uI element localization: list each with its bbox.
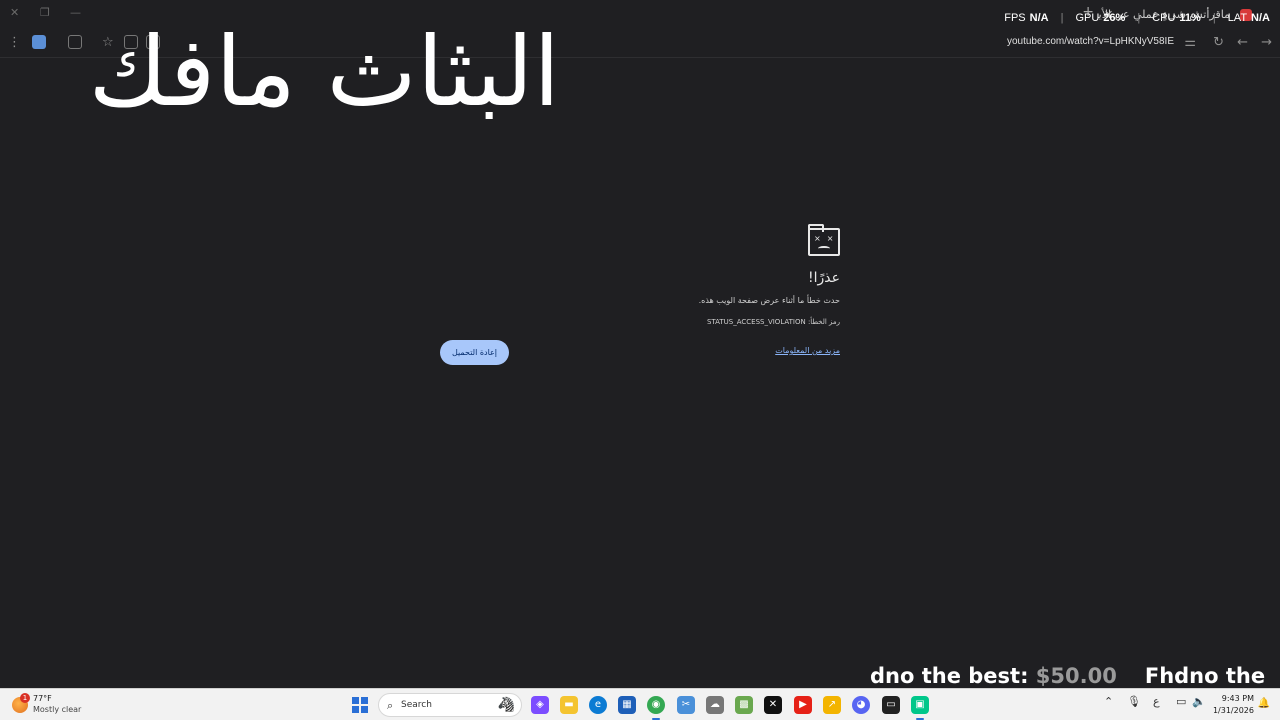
terminal-icon[interactable]: ▭	[882, 696, 900, 714]
search-icon: ⌕	[387, 699, 394, 712]
error-code: رمز الخطأ: STATUS_ACCESS_VIOLATION	[706, 318, 840, 326]
chrome-icon[interactable]: ◉	[647, 696, 665, 720]
stream-overlay-title: البثاث مافك	[88, 16, 560, 128]
notification-bell-icon[interactable]: 🔔	[1258, 698, 1270, 709]
hud-cpu: CPU 11%	[1152, 12, 1201, 24]
forward-icon[interactable]: →	[1261, 34, 1272, 52]
weather-temperature: 77°F	[33, 694, 52, 703]
network-icon[interactable]: ▭	[1176, 695, 1186, 708]
file-explorer-icon[interactable]: ▬	[560, 696, 578, 714]
minecraft-icon[interactable]: ▩	[735, 696, 753, 714]
copilot-icon[interactable]: ◈	[531, 696, 549, 714]
sad-tab-icon: ××	[808, 224, 840, 256]
search-placeholder: Search	[401, 700, 432, 710]
learn-more-link[interactable]: مزيد من المعلومات	[775, 346, 840, 355]
ticker-text: dno the best:	[870, 664, 1036, 688]
volume-icon[interactable]: 🔈	[1192, 695, 1206, 708]
weather-widget[interactable]: 1 77°F Mostly clear	[12, 693, 102, 717]
app-icon[interactable]: ☁	[706, 696, 724, 714]
back-icon[interactable]: ←	[1237, 34, 1248, 52]
error-description: حدث خطأ ما أثناء عرض صفحة الويب هذه.	[698, 296, 840, 305]
ticker-text: Fhdno the	[1144, 664, 1266, 688]
store-icon[interactable]: ▦	[618, 696, 636, 714]
screen: ✕ ❐ — + ✕ ماقرأتش شيءٍ عملي عن الأيدي ⋮ …	[0, 0, 1280, 720]
search-highlight-icon: 🦓	[497, 697, 515, 713]
taskbar-search[interactable]: ⌕ Search 🦓	[378, 693, 522, 717]
address-bar[interactable]: youtube.com/watch?v=LpHKNyV58IE	[1007, 36, 1174, 47]
reload-icon[interactable]: ↻	[1213, 34, 1224, 52]
start-button[interactable]	[352, 697, 368, 713]
reload-button[interactable]: إعادة التحميل	[440, 340, 509, 365]
site-info-icon[interactable]: ⚌	[1184, 34, 1196, 52]
snipping-tool-icon[interactable]: ✂	[677, 696, 695, 714]
microphone-icon[interactable]: 🎙	[1127, 695, 1141, 708]
streaming-app-icon[interactable]: ▣	[911, 696, 929, 720]
hud-lat: LAT N/A	[1227, 12, 1270, 24]
hud-gpu: GPU 26%	[1075, 12, 1126, 24]
capcut-icon[interactable]: ✕	[764, 696, 782, 714]
clock-time: 9:43 PM	[1221, 694, 1254, 703]
notification-badge: 1	[20, 693, 30, 703]
taskbar: 1 77°F Mostly clear ⌕ Search 🦓 ◈ ▬ e ▦ ◉…	[0, 688, 1280, 720]
tray-chevron-icon[interactable]: ⌃	[1104, 695, 1113, 708]
clock-date: 1/31/2026	[1212, 706, 1254, 715]
error-title: عذرًا!	[808, 270, 840, 286]
performance-hud: FPS N/A | GPU 26% | CPU 11% | LAT N/A	[1004, 12, 1270, 24]
discord-icon[interactable]: ◕	[852, 696, 870, 714]
hud-fps: FPS N/A	[1004, 12, 1049, 24]
input-language[interactable]: ع	[1153, 695, 1160, 708]
system-clock[interactable]: 9:43 PM 1/31/2026	[1213, 693, 1254, 717]
app-icon[interactable]: ↗	[823, 696, 841, 714]
edge-icon[interactable]: e	[589, 696, 607, 714]
ticker-price: $50.00	[1035, 664, 1117, 688]
weather-condition: Mostly clear	[33, 705, 82, 714]
donation-ticker: dno the best: $50.00 Fhdno the	[870, 662, 1280, 690]
youtube-icon[interactable]: ▶	[794, 696, 812, 714]
